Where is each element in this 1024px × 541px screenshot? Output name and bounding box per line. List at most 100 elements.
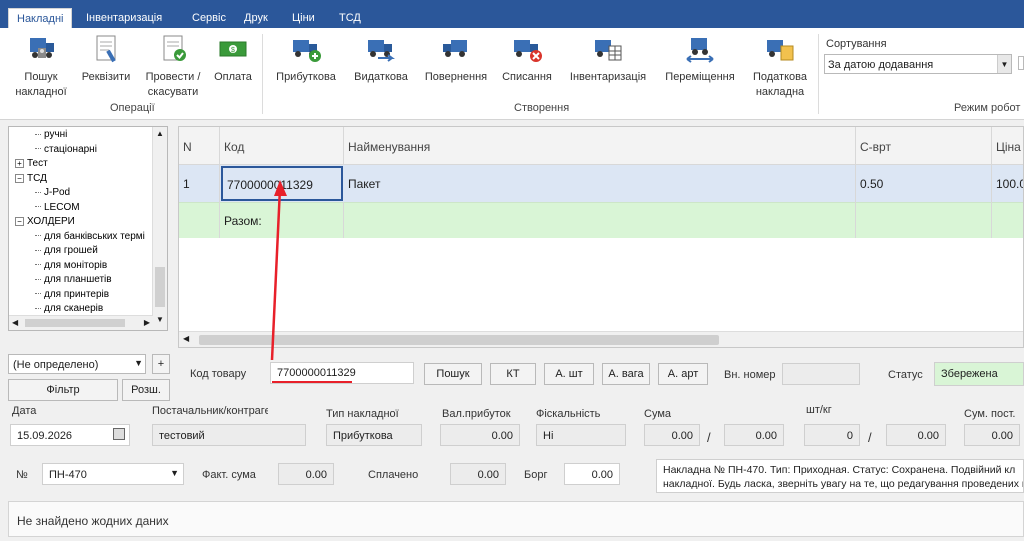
find-invoice-button[interactable]: Пошук накладної <box>10 34 72 100</box>
chevron-down-icon[interactable]: ▼ <box>997 55 1011 73</box>
operations-group-label: Операції <box>110 102 155 114</box>
tree-item[interactable]: для грошей <box>35 245 98 256</box>
tree-connector <box>35 235 41 237</box>
filter-select[interactable]: (Не определено) ▼ <box>8 354 146 374</box>
sort-select[interactable]: За датою додавання ▼ <box>824 54 1012 74</box>
annotation-underline <box>272 381 352 383</box>
tree-horizontal-scrollbar[interactable]: ◀ ▶ <box>9 315 153 330</box>
find-invoice-label: Пошук <box>24 71 58 83</box>
collapse-icon[interactable]: − <box>15 217 24 226</box>
date-value: 15.09.2026 <box>17 430 73 442</box>
inventory-button[interactable]: Інвентаризація <box>566 34 650 85</box>
tree-item-label: J-Pod <box>44 187 71 198</box>
tree-vertical-scrollbar[interactable]: ▲ ▼ <box>152 127 167 330</box>
sort-label: Сортування <box>826 38 887 50</box>
incoming-button[interactable]: Прибуткова <box>272 34 340 85</box>
tree-item[interactable]: − ТСД <box>15 173 47 184</box>
tab-inventory[interactable]: Інвентаризація <box>78 8 170 28</box>
tab-service[interactable]: Сервіс <box>184 8 234 28</box>
cell-price[interactable]: 100.0 <box>992 165 1023 202</box>
cell-cost[interactable]: 0.50 <box>856 165 992 202</box>
column-header-cost[interactable]: С-врт <box>856 127 992 165</box>
kt-button[interactable]: КТ <box>490 363 536 385</box>
tree-item[interactable]: для сканерів <box>35 303 103 314</box>
tree-hscroll-thumb[interactable] <box>25 319 125 327</box>
invoice-items-grid[interactable]: N Код Найменування С-врт Ціна 1 77000000… <box>178 126 1024 348</box>
tree-item-label: Тест <box>27 158 48 169</box>
sum-post-label: Сум. пост. <box>964 408 1016 420</box>
fiscal-field: Ні <box>536 424 626 446</box>
tree-item[interactable]: для принтерів <box>35 289 109 300</box>
a-pcs-button[interactable]: А. шт <box>544 363 594 385</box>
tree-item[interactable]: + Тест <box>15 158 48 169</box>
collapse-icon[interactable]: − <box>15 173 24 183</box>
tree-item[interactable]: ручні <box>35 129 67 140</box>
supplier-field[interactable]: тестовий <box>152 424 306 446</box>
a-art-button[interactable]: А. арт <box>658 363 708 385</box>
pcs-label: шт/кг <box>806 404 832 416</box>
tab-print[interactable]: Друк <box>236 8 276 28</box>
post-cancel-button[interactable]: Провести / скасувати <box>140 34 206 100</box>
tab-tsd[interactable]: ТСД <box>331 8 369 28</box>
invoice-number-select[interactable]: ПН-470 ▼ <box>42 463 184 485</box>
post-cancel-label: Провести / <box>145 71 201 83</box>
tree-item[interactable]: стаціонарні <box>35 144 97 155</box>
scroll-left-icon[interactable]: ◀ <box>12 318 18 327</box>
truck-arrows-icon <box>683 34 717 64</box>
add-filter-button[interactable]: + <box>152 354 170 374</box>
total-cell-empty <box>856 202 992 238</box>
inner-number-field[interactable] <box>782 363 860 385</box>
grid-hscroll-thumb[interactable] <box>199 335 719 345</box>
tab-prices[interactable]: Ціни <box>284 8 323 28</box>
tax-invoice-label: Податкова <box>752 71 807 83</box>
expand-button[interactable]: Розш. <box>122 379 170 401</box>
cell-name[interactable]: Пакет <box>344 165 856 202</box>
tree-item[interactable]: для моніторів <box>35 260 107 271</box>
search-button[interactable]: Пошук <box>424 363 482 385</box>
column-header-name[interactable]: Найменування <box>344 127 856 165</box>
truck-add-icon <box>289 34 323 64</box>
calendar-icon[interactable] <box>113 428 125 440</box>
chevron-down-icon[interactable]: ▼ <box>134 358 143 368</box>
invoice-type-label: Тип накладної <box>326 408 399 420</box>
cell-code[interactable]: 7700000011329 <box>221 166 343 201</box>
column-header-code[interactable]: Код <box>220 127 344 165</box>
status-label: Статус <box>888 369 923 381</box>
column-header-price[interactable]: Ціна <box>992 127 1023 165</box>
writeoff-button[interactable]: Списання <box>498 34 556 85</box>
tree-scroll-thumb[interactable] <box>155 267 165 307</box>
expand-icon[interactable]: + <box>15 159 24 168</box>
outgoing-button[interactable]: Видаткова <box>350 34 412 85</box>
tab-invoices[interactable]: Накладні <box>8 8 73 28</box>
grid-horizontal-scrollbar[interactable]: ◀ <box>179 331 1023 347</box>
truck-remove-icon <box>510 34 544 64</box>
sort-checkbox[interactable] <box>1018 56 1024 70</box>
invoice-number-value: ПН-470 <box>49 469 87 481</box>
chevron-down-icon[interactable]: ▼ <box>170 468 179 478</box>
tree-item[interactable]: LECOM <box>35 202 80 213</box>
tree-item[interactable]: для планшетів <box>35 274 112 285</box>
truck-right-icon <box>364 34 398 64</box>
create-group-label: Створення <box>514 102 570 114</box>
tax-invoice-button[interactable]: Податкова накладна <box>748 34 812 100</box>
tree-item[interactable]: J-Pod <box>35 187 70 198</box>
payment-button[interactable]: $ Оплата <box>210 34 256 85</box>
transfer-button[interactable]: Переміщення <box>660 34 740 85</box>
total-cell-empty <box>179 202 220 238</box>
filter-button[interactable]: Фільтр <box>8 379 118 401</box>
category-tree[interactable]: ручні стаціонарні + Тест − ТСД J-Pod LECOM − ХОЛД… <box>8 126 168 331</box>
column-header-n[interactable]: N <box>179 127 220 165</box>
scroll-down-icon[interactable]: ▼ <box>156 315 164 324</box>
total-label: Разом: <box>220 202 344 238</box>
return-button[interactable]: Повернення <box>420 34 492 85</box>
tree-item[interactable]: для банківських термі <box>35 231 145 242</box>
supplier-label: Постачальник/контрагент <box>152 405 268 417</box>
tree-item[interactable]: − ХОЛДЕРИ <box>15 216 75 227</box>
scroll-up-icon[interactable]: ▲ <box>156 129 164 138</box>
tax-invoice-label-2: накладна <box>755 86 805 98</box>
requisites-button[interactable]: Реквізити <box>78 34 134 85</box>
date-input[interactable]: 15.09.2026 <box>10 424 130 446</box>
scroll-left-icon[interactable]: ◀ <box>183 334 189 343</box>
a-weight-button[interactable]: А. вага <box>602 363 650 385</box>
scroll-right-icon[interactable]: ▶ <box>144 318 150 327</box>
